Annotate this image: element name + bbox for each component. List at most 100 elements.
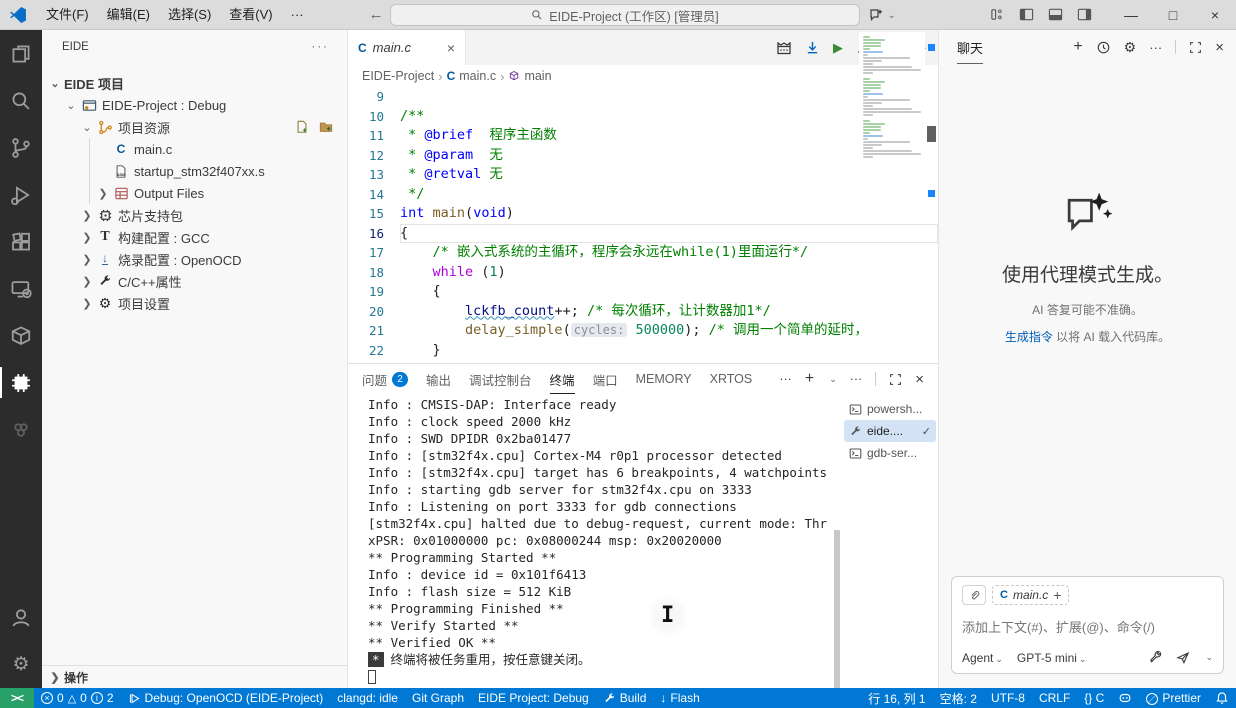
model-picker[interactable]: GPT-5 mini⌄: [1017, 651, 1087, 665]
terminal-instance-gdbser[interactable]: gdb-ser...: [844, 442, 936, 464]
code-line-11[interactable]: 11 * @brief 程序主函数: [348, 126, 938, 146]
status-clangd-status[interactable]: clangd: idle: [330, 688, 405, 708]
activity-remote-explorer[interactable]: [0, 265, 42, 312]
status-language-mode[interactable]: {} C: [1077, 688, 1111, 708]
sidebar-section-actions[interactable]: ❯ 操作: [42, 665, 347, 688]
terminal-instance-eide[interactable]: eide....✓: [844, 420, 936, 442]
code-line-18[interactable]: 18 while (1): [348, 263, 938, 283]
close-button[interactable]: ×: [1194, 0, 1236, 29]
tree-item--[interactable]: ❯⚙项目设置: [42, 292, 347, 314]
status-git-graph[interactable]: Git Graph: [405, 688, 471, 708]
code-line-21[interactable]: 21 delay_simple(cycles: 500000); /* 调用一个…: [348, 321, 938, 341]
add-attachment-icon[interactable]: +: [1053, 587, 1061, 603]
tree-item--[interactable]: ❯芯片支持包: [42, 204, 347, 226]
terminal-scrollbar[interactable]: [832, 396, 842, 688]
code-line-16[interactable]: 16{: [348, 224, 938, 244]
attach-context-button[interactable]: [962, 585, 986, 605]
status-formatter[interactable]: ／Prettier: [1139, 688, 1208, 708]
status-eide-project-status[interactable]: EIDE Project: Debug: [471, 688, 596, 708]
status-eol[interactable]: CRLF: [1032, 688, 1077, 708]
attached-file-chip[interactable]: C main.c +: [992, 585, 1069, 605]
copilot-titlebar-button[interactable]: ⌄: [868, 4, 896, 26]
command-center-search[interactable]: EIDE-Project (工作区) [管理员]: [390, 4, 860, 26]
status-encoding[interactable]: UTF-8: [984, 688, 1032, 708]
sidebar-more-actions-icon[interactable]: ···: [312, 41, 330, 53]
terminal-instance-powersh[interactable]: powersh...: [844, 398, 936, 420]
more-actions-icon[interactable]: ···: [850, 372, 863, 386]
tree-item--openocd[interactable]: ❯↓烧录配置 : OpenOCD: [42, 248, 347, 270]
activity-explorer[interactable]: [0, 30, 42, 77]
menu-selection[interactable]: 选择(S): [159, 4, 220, 26]
activity-serial-monitor[interactable]: [0, 312, 42, 359]
chat-input-box[interactable]: C main.c + 添加上下文(#)、扩展(@)、命令(/) Agent⌄ G…: [951, 576, 1224, 674]
tab-chat[interactable]: 聊天: [957, 30, 983, 64]
code-line-10[interactable]: 10/**: [348, 107, 938, 127]
code-line-22[interactable]: 22 }: [348, 341, 938, 361]
send-icon[interactable]: [1175, 650, 1191, 665]
chevron-down-icon[interactable]: ⌄: [829, 374, 837, 385]
status-build-action[interactable]: Build: [596, 688, 654, 708]
panel-tab-端口[interactable]: 端口: [593, 364, 618, 394]
toggle-secondary-sidebar-icon[interactable]: [1077, 7, 1092, 22]
chat-input-placeholder[interactable]: 添加上下文(#)、扩展(@)、命令(/): [962, 617, 1213, 636]
status-copilot-status[interactable]: [1111, 688, 1139, 708]
new-terminal-icon[interactable]: +: [805, 370, 814, 388]
breadcrumb-project[interactable]: EIDE-Project: [362, 69, 434, 83]
status-notifications[interactable]: [1208, 688, 1236, 708]
tree-item-main-c[interactable]: Cmain.c: [42, 138, 347, 160]
tab-overflow-icon[interactable]: ···: [779, 372, 792, 386]
status-debug-config[interactable]: Debug: OpenOCD (EIDE-Project): [121, 688, 331, 708]
editor-scrollbar[interactable]: [925, 30, 938, 363]
close-panel-icon[interactable]: ×: [1215, 39, 1224, 56]
activity-extensions[interactable]: [0, 218, 42, 265]
tree-item-c-c-[interactable]: ❯C/C++属性: [42, 270, 347, 292]
status-cursor-position[interactable]: 行 16, 列 1: [861, 688, 932, 708]
breadcrumb-symbol[interactable]: main: [524, 69, 551, 83]
activity-search[interactable]: [0, 77, 42, 124]
scrollbar-thumb[interactable]: [927, 126, 936, 142]
menu-file[interactable]: 文件(F): [37, 4, 98, 26]
menu-overflow[interactable]: ···: [282, 4, 313, 26]
code-line-13[interactable]: 13 * @retval 无: [348, 165, 938, 185]
code-line-12[interactable]: 12 * @param 无: [348, 146, 938, 166]
nav-back-icon[interactable]: ←: [369, 6, 384, 23]
status-remote[interactable]: ><: [0, 688, 34, 708]
code-line-15[interactable]: 15int main(void): [348, 204, 938, 224]
minimize-button[interactable]: —: [1110, 0, 1152, 29]
mode-picker[interactable]: Agent⌄: [962, 651, 1003, 665]
panel-tab-XRTOS[interactable]: XRTOS: [710, 364, 753, 394]
status-indentation[interactable]: 空格: 2: [933, 688, 984, 708]
panel-tab-终端[interactable]: 终端: [550, 364, 575, 394]
tree-item-startup_stm32f407xx-s[interactable]: ASMstartup_stm32f407xx.s: [42, 160, 347, 182]
tab-main-c[interactable]: C main.c ×: [348, 30, 466, 65]
activity-run-debug[interactable]: [0, 171, 42, 218]
panel-tab-调试控制台[interactable]: 调试控制台: [469, 364, 532, 394]
menu-edit[interactable]: 编辑(E): [98, 4, 159, 26]
code-editor[interactable]: 910/**11 * @brief 程序主函数12 * @param 无13 *…: [348, 87, 938, 363]
more-actions-icon[interactable]: ···: [1149, 40, 1162, 55]
menu-view[interactable]: 查看(V): [220, 4, 281, 26]
code-line-17[interactable]: 17 /* 嵌入式系统的主循环，程序会永远在while(1)里面运行*/: [348, 243, 938, 263]
code-line-14[interactable]: 14 */: [348, 185, 938, 205]
maximize-panel-icon[interactable]: [889, 373, 902, 386]
tools-icon[interactable]: [1148, 650, 1163, 665]
close-panel-icon[interactable]: ×: [915, 371, 924, 388]
panel-tab-MEMORY[interactable]: MEMORY: [636, 364, 692, 394]
settings-gear-icon[interactable]: ⚙: [1124, 39, 1137, 56]
flash-action-icon[interactable]: [805, 40, 820, 55]
toggle-panel-icon[interactable]: [1048, 7, 1063, 22]
terminal-output[interactable]: Info : CMSIS-DAP: Interface readyInfo : …: [368, 396, 828, 686]
run-action-icon[interactable]: ▶: [833, 40, 843, 56]
toggle-primary-sidebar-icon[interactable]: [1019, 7, 1034, 22]
maximize-button[interactable]: □: [1152, 0, 1194, 29]
activity-eide[interactable]: [0, 359, 42, 406]
scrollbar-thumb[interactable]: [834, 530, 840, 688]
tree-item--gcc[interactable]: ❯T构建配置 : GCC: [42, 226, 347, 248]
tree-item-eide-[interactable]: ⌄EIDE 项目: [42, 72, 347, 94]
build-action-icon[interactable]: [776, 40, 792, 56]
tab-close-icon[interactable]: ×: [447, 40, 455, 56]
activity-settings[interactable]: ⚙: [0, 641, 42, 688]
code-line-19[interactable]: 19 {: [348, 282, 938, 302]
new-chat-icon[interactable]: +: [1073, 38, 1082, 56]
tree-item-eide-project-debug[interactable]: ⌄EIDE-Project : Debug: [42, 94, 347, 116]
